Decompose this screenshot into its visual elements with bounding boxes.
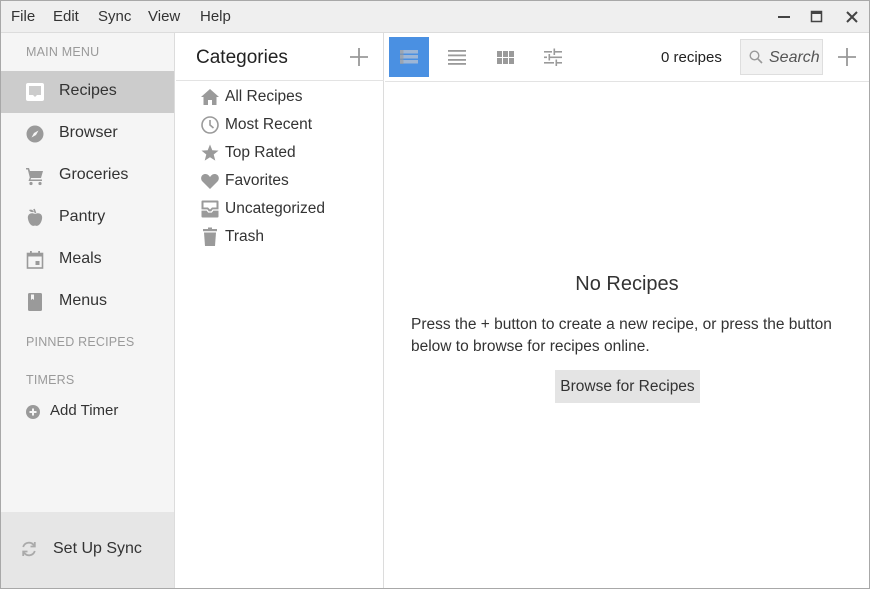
sidebar-item-groceries[interactable]: Groceries <box>1 155 174 197</box>
category-favorites[interactable]: Favorites <box>200 169 380 193</box>
empty-state-text: Press the + button to create a new recip… <box>411 316 832 355</box>
sidebar-item-browser[interactable]: Browser <box>1 113 174 155</box>
detail-list-view-button[interactable] <box>389 37 429 77</box>
tray-icon <box>201 200 219 218</box>
sidebar-item-pantry[interactable]: Pantry <box>1 197 174 239</box>
category-label: Top Rated <box>225 144 296 161</box>
menu-edit[interactable]: Edit <box>53 8 79 25</box>
minimize-icon <box>778 16 790 18</box>
sidebar-item-label: Browser <box>59 124 118 141</box>
set-up-sync-button[interactable]: Set Up Sync <box>1 512 174 588</box>
trash-icon <box>203 227 217 246</box>
menu-sync[interactable]: Sync <box>98 8 131 25</box>
list-view-button[interactable] <box>437 37 477 77</box>
category-uncategorized[interactable]: Uncategorized <box>200 197 380 221</box>
add-recipe-button[interactable] <box>836 46 858 68</box>
filter-settings-button[interactable] <box>533 37 573 77</box>
inbox-icon <box>26 83 44 101</box>
main-panel: 0 recipes Search No Recipes Press the + … <box>385 33 869 588</box>
star-icon <box>201 144 219 161</box>
main-toolbar: 0 recipes Search <box>385 33 869 82</box>
search-placeholder: Search <box>769 49 820 66</box>
set-up-sync-label: Set Up Sync <box>53 540 142 557</box>
sidebar-item-menus[interactable]: Menus <box>1 281 174 323</box>
grid-icon <box>496 50 514 64</box>
menu-help[interactable]: Help <box>200 8 231 25</box>
menu-file[interactable]: File <box>11 8 35 25</box>
empty-state-title: No Recipes <box>575 273 679 295</box>
plus-circle-icon <box>26 405 40 419</box>
sidebar-item-label: Meals <box>59 250 102 267</box>
sidebar-item-meals[interactable]: Meals <box>1 239 174 281</box>
calendar-icon <box>26 251 44 269</box>
heart-icon <box>201 174 219 189</box>
category-label: Most Recent <box>225 116 313 133</box>
maximize-icon <box>810 10 823 23</box>
sidebar-item-label: Pantry <box>59 208 106 225</box>
browse-for-recipes-button[interactable]: Browse for Recipes <box>555 370 700 403</box>
search-icon <box>749 50 763 64</box>
category-all-recipes[interactable]: All Recipes <box>200 85 380 109</box>
add-category-button[interactable] <box>348 46 370 68</box>
category-trash[interactable]: Trash <box>200 225 380 249</box>
add-timer-button[interactable]: Add Timer <box>1 399 174 425</box>
category-label: All Recipes <box>225 88 303 105</box>
categories-panel: Categories All Recipes Most Recent Top R… <box>176 33 384 588</box>
pinned-recipes-label: PINNED RECIPES <box>26 335 135 349</box>
sidebar-item-label: Groceries <box>59 166 129 183</box>
compass-icon <box>26 125 44 143</box>
category-label: Uncategorized <box>225 200 325 217</box>
category-top-rated[interactable]: Top Rated <box>200 141 380 165</box>
category-most-recent[interactable]: Most Recent <box>200 113 380 137</box>
sync-icon <box>22 541 36 557</box>
add-timer-label: Add Timer <box>50 402 119 419</box>
home-icon <box>201 89 219 105</box>
sidebar-item-label: Menus <box>59 292 108 309</box>
menu-bar: File Edit Sync View Help <box>1 1 869 33</box>
sidebar: MAIN MENU Recipes Browser Groceries Pant… <box>1 33 175 588</box>
list-icon <box>448 50 466 65</box>
sidebar-item-recipes[interactable]: Recipes <box>1 71 174 113</box>
close-icon <box>846 11 858 23</box>
categories-header: Categories <box>176 33 384 81</box>
category-label: Favorites <box>225 172 289 189</box>
main-menu-label: MAIN MENU <box>26 45 100 59</box>
maximize-button[interactable] <box>805 5 829 29</box>
book-icon <box>28 293 42 311</box>
timers-label: TIMERS <box>26 373 75 387</box>
app-window: File Edit Sync View Help MAIN MENU Recip… <box>0 0 870 589</box>
search-input[interactable]: Search <box>740 39 823 75</box>
recipe-count: 0 recipes <box>661 49 722 66</box>
sidebar-item-label: Recipes <box>59 82 117 99</box>
cart-icon <box>26 168 43 186</box>
sliders-icon <box>544 48 562 66</box>
category-label: Trash <box>225 228 265 245</box>
grid-view-button[interactable] <box>485 37 525 77</box>
clock-icon <box>201 116 219 134</box>
close-button[interactable] <box>840 5 864 29</box>
minimize-button[interactable] <box>772 5 796 29</box>
apple-icon <box>27 208 43 226</box>
categories-title: Categories <box>196 47 288 68</box>
menu-view[interactable]: View <box>148 8 180 25</box>
detail-list-icon <box>400 50 418 64</box>
